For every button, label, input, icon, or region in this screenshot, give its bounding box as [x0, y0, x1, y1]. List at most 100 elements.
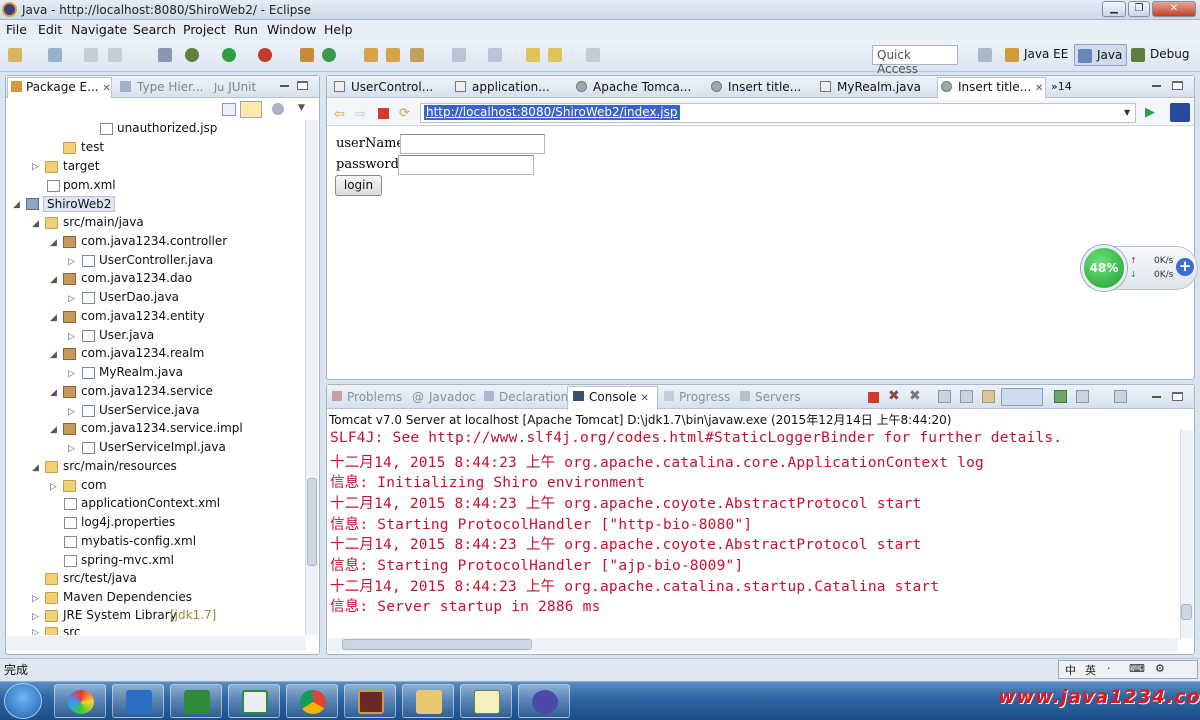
menu-navigate[interactable]: Navigate	[71, 22, 127, 37]
go-icon[interactable]: ▶	[1145, 105, 1155, 120]
word-wrap-icon[interactable]	[982, 390, 995, 403]
collapse-arrow-icon[interactable]: ◢	[50, 313, 57, 323]
tree-row[interactable]: ▷ src	[6, 624, 304, 635]
terminate-icon[interactable]	[868, 392, 879, 403]
taskbar-app[interactable]	[460, 684, 512, 718]
collapse-arrow-icon[interactable]: ◢	[13, 200, 20, 210]
taskbar-app[interactable]	[402, 684, 454, 718]
link-editor-icon[interactable]	[240, 101, 262, 118]
expand-arrow-icon[interactable]: ▷	[68, 369, 75, 379]
run-icon[interactable]	[222, 48, 236, 62]
quick-access-input[interactable]: Quick Access	[872, 45, 958, 76]
tab-user-controller[interactable]: UserControl...	[334, 80, 433, 94]
expand-arrow-icon[interactable]: ▷	[32, 628, 39, 635]
menu-search[interactable]: Search	[133, 22, 176, 37]
minimize-view-icon[interactable]	[1152, 85, 1161, 87]
windows-start-icon[interactable]	[4, 683, 42, 719]
tab-package-explorer[interactable]: Package E... ✕	[11, 80, 111, 94]
expand-arrow-icon[interactable]: ▷	[32, 162, 39, 172]
menu-file[interactable]: File	[6, 22, 27, 37]
external-tools-icon[interactable]	[258, 48, 272, 62]
forward-arrow-icon[interactable]: ⇨	[355, 107, 366, 122]
close-icon[interactable]: ✕	[640, 393, 648, 404]
expand-arrow-icon[interactable]: ▷	[68, 407, 75, 417]
collapse-arrow-icon[interactable]: ◢	[50, 238, 57, 248]
tab-application-context[interactable]: application...	[455, 80, 550, 94]
tab-javadoc[interactable]: @ Javadoc	[412, 390, 476, 404]
tab-type-hierarchy[interactable]: Type Hier...	[120, 80, 203, 94]
tab-progress[interactable]: Progress	[664, 390, 730, 404]
save-all-icon[interactable]	[108, 48, 122, 62]
minimize-button[interactable]: ▁	[1102, 1, 1126, 17]
taskbar-app[interactable]	[344, 684, 396, 718]
collapse-arrow-icon[interactable]: ◢	[32, 463, 39, 473]
tab-console[interactable]: Console ✕	[573, 390, 649, 404]
keyboard-icon[interactable]: ⌨	[1129, 662, 1145, 675]
password-input[interactable]	[398, 155, 534, 175]
annotation-next-icon[interactable]	[452, 48, 466, 62]
new-java-project-icon[interactable]	[300, 48, 314, 62]
new-console-icon[interactable]	[1114, 390, 1127, 403]
taskbar-app[interactable]	[54, 684, 106, 718]
back-arrow-icon[interactable]: ⇦	[334, 107, 345, 122]
save-icon[interactable]	[48, 48, 62, 62]
tab-servers[interactable]: Servers	[740, 390, 801, 404]
forward-icon[interactable]	[586, 48, 600, 62]
debug-icon[interactable]	[185, 48, 199, 62]
open-type-icon[interactable]	[364, 48, 378, 62]
console-hscroll-thumb[interactable]	[342, 639, 532, 650]
tab-declaration[interactable]: Declaration	[484, 390, 568, 404]
expand-arrow-icon[interactable]: ▷	[68, 332, 75, 342]
tab-insert-title-active[interactable]: Insert title... ✕	[941, 80, 1043, 94]
collapse-arrow-icon[interactable]: ◢	[32, 219, 39, 229]
tree-horizontal-scrollbar[interactable]	[6, 636, 306, 650]
last-edit-icon[interactable]	[526, 48, 540, 62]
perspective-java-ee[interactable]: Java EE	[1002, 44, 1072, 66]
ime-english-icon[interactable]: 英	[1085, 662, 1096, 678]
display-console-icon[interactable]	[1076, 390, 1089, 403]
perspective-debug[interactable]: Debug	[1128, 44, 1193, 66]
url-dropdown-icon[interactable]: ▼	[1124, 108, 1130, 117]
remove-all-icon[interactable]: ✖	[909, 388, 921, 404]
expand-arrow-icon[interactable]: ▷	[68, 444, 75, 454]
annotation-prev-icon[interactable]	[488, 48, 502, 62]
collapse-arrow-icon[interactable]: ◢	[50, 425, 57, 435]
taskbar-app[interactable]	[286, 684, 338, 718]
open-console-icon[interactable]	[1054, 390, 1067, 403]
taskbar-app[interactable]	[170, 684, 222, 718]
open-perspective-icon[interactable]	[978, 48, 992, 62]
login-button[interactable]: login	[335, 175, 382, 196]
open-task-icon[interactable]	[386, 48, 400, 62]
menu-help[interactable]: Help	[324, 22, 353, 37]
tree-scroll-thumb[interactable]	[307, 478, 317, 566]
tab-insert-title-1[interactable]: Insert title...	[711, 80, 801, 94]
taskbar-app[interactable]	[228, 684, 280, 718]
tab-my-realm[interactable]: MyRealm.java	[820, 80, 921, 94]
maximize-view-icon[interactable]	[1172, 392, 1183, 401]
new-icon[interactable]	[8, 48, 22, 62]
scroll-lock-icon[interactable]	[960, 390, 973, 403]
taskbar-app[interactable]	[518, 684, 570, 718]
taskbar-app[interactable]	[112, 684, 164, 718]
menu-edit[interactable]: Edit	[38, 22, 62, 37]
menu-window[interactable]: Window	[267, 22, 316, 37]
skip-breakpoints-icon[interactable]	[158, 48, 172, 62]
chevron-down-icon[interactable]: ▼	[298, 103, 305, 113]
ime-chinese-icon[interactable]: 中	[1065, 662, 1076, 678]
maximize-button[interactable]: ❐	[1128, 1, 1150, 17]
pin-console-icon[interactable]	[1001, 388, 1043, 406]
username-input[interactable]	[400, 134, 545, 154]
search-icon[interactable]	[410, 48, 424, 62]
tab-junit[interactable]: Ju JUnit	[214, 80, 256, 94]
back-icon[interactable]	[548, 48, 562, 62]
collapse-arrow-icon[interactable]: ◢	[50, 388, 57, 398]
menu-project[interactable]: Project	[183, 22, 226, 37]
expand-arrow-icon[interactable]: ▷	[50, 482, 57, 492]
print-icon[interactable]	[84, 48, 98, 62]
menu-run[interactable]: Run	[234, 22, 258, 37]
minimize-view-icon[interactable]	[280, 85, 289, 87]
maximize-view-icon[interactable]	[297, 81, 308, 90]
refresh-icon[interactable]: ⟳	[399, 106, 410, 121]
expand-arrow-icon[interactable]: ▷	[32, 612, 39, 622]
maximize-view-icon[interactable]	[1172, 81, 1183, 90]
